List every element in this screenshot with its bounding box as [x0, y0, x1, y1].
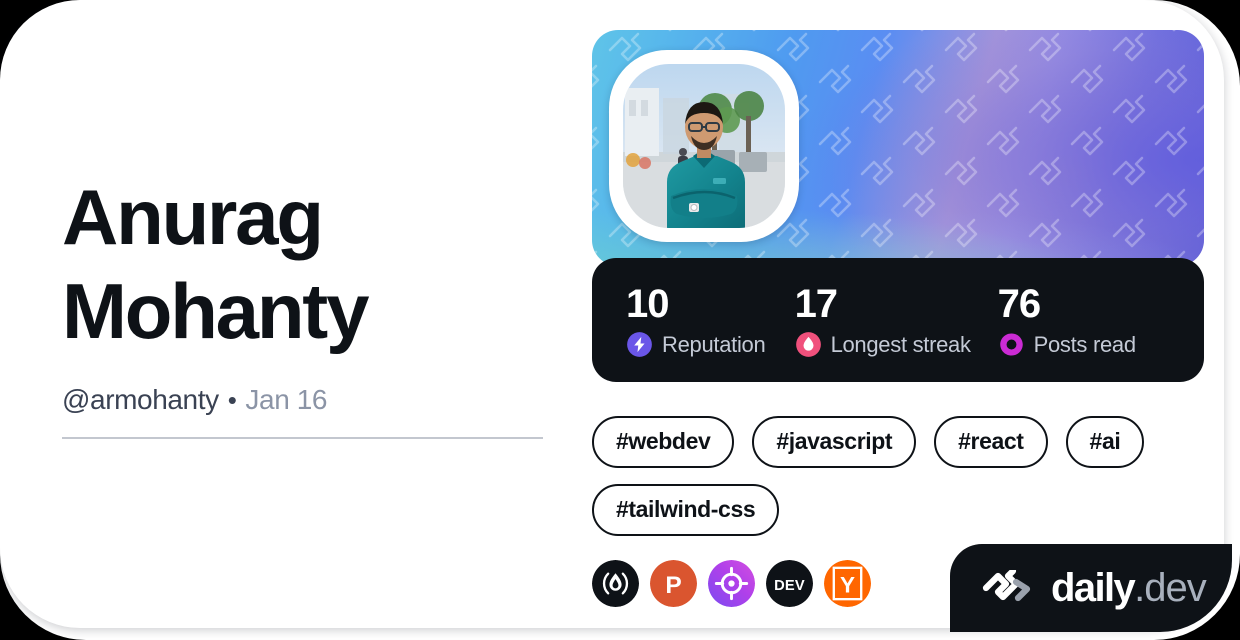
daily-dev-badge[interactable]: daily.dev	[950, 544, 1232, 632]
tag-chip[interactable]: #ai	[1065, 416, 1145, 468]
profile-handle[interactable]: @armohanty	[62, 384, 219, 416]
profile-date: Jan 16	[245, 384, 328, 415]
producthunt-icon[interactable]: P	[650, 560, 697, 607]
ring-icon	[999, 333, 1023, 356]
profile-identity: Anurag Mohanty @armohanty • Jan 16	[62, 170, 562, 416]
screenshot-root: Anurag Mohanty @armohanty • Jan 16 10 Re…	[0, 0, 1240, 640]
stat-label-row: Longest streak	[795, 331, 998, 358]
hashnode-icon[interactable]	[592, 560, 639, 607]
tag-chip[interactable]: #tailwind-css	[592, 484, 780, 536]
stat-label: Posts read	[1033, 331, 1136, 357]
brand-suffix: .dev	[1134, 566, 1207, 610]
tag-chip[interactable]: #webdev	[592, 416, 735, 468]
avatar-photo	[623, 64, 785, 228]
hackernews-letter: Y	[840, 572, 855, 597]
producthunt-letter: P	[665, 572, 681, 599]
stat-value: 10	[626, 282, 669, 326]
page-title: Anurag Mohanty	[62, 173, 369, 355]
stat-reputation: 10 Reputation	[626, 282, 795, 358]
flame-icon	[795, 332, 821, 357]
stat-label-row: Reputation	[626, 331, 795, 358]
source-list: P DEV Y	[592, 560, 871, 607]
brand-wordmark: daily.dev	[1051, 566, 1207, 610]
tag-chip[interactable]: #javascript	[752, 416, 917, 468]
devto-icon[interactable]: DEV	[766, 560, 813, 607]
stat-value: 76	[997, 282, 1042, 326]
tag-chip[interactable]: #react	[934, 416, 1048, 468]
stat-longest-streak: 17 Longest streak	[795, 282, 998, 358]
brand-name: daily	[1051, 566, 1136, 610]
devto-letters: DEV	[774, 578, 805, 594]
avatar	[609, 50, 799, 242]
section-divider	[62, 437, 543, 439]
bolt-icon	[627, 332, 652, 357]
meta-separator: •	[227, 385, 237, 415]
stat-posts-read: 76 Posts read	[998, 282, 1170, 358]
hackernews-icon[interactable]: Y	[824, 560, 871, 607]
stat-label-row: Posts read	[998, 331, 1170, 358]
daily-dev-logo-icon	[982, 570, 1031, 602]
profile-meta: @armohanty • Jan 16	[62, 384, 562, 416]
stat-label: Reputation	[662, 331, 766, 357]
stats-bar: 10 Reputation 17 Longest streak 76 Posts…	[592, 258, 1204, 382]
target-icon[interactable]	[708, 560, 755, 607]
stat-value: 17	[794, 282, 839, 326]
stat-label: Longest streak	[830, 331, 971, 357]
tag-list: #webdev #javascript #react #ai #tailwind…	[592, 416, 1192, 536]
